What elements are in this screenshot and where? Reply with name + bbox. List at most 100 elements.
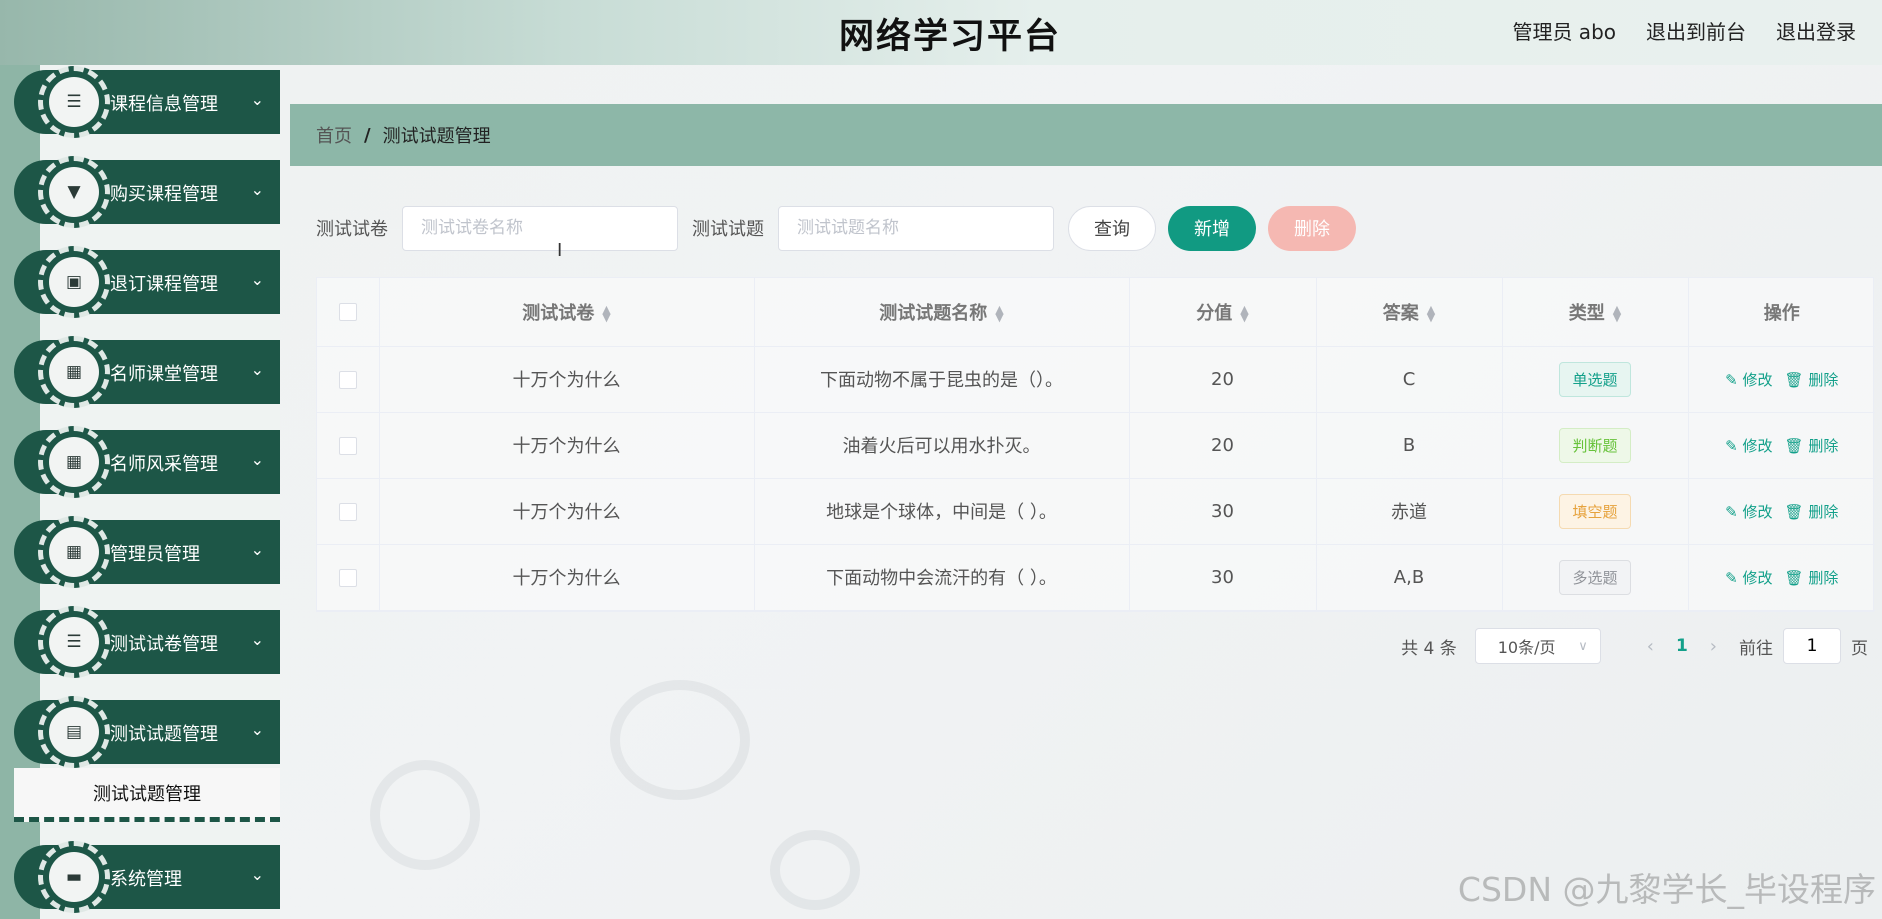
next-page-icon[interactable]: › [1710, 636, 1717, 657]
chevron-down-icon: ⌄ [250, 270, 264, 289]
type-tag: 填空题 [1559, 493, 1631, 529]
text-cursor-icon: I [557, 240, 563, 261]
cell-paper: 十万个为什么 [379, 412, 755, 479]
sidebar-item-0[interactable]: ☰ 课程信息管理 ⌄ [14, 66, 280, 138]
menu-icon-badge: ▬ [38, 841, 110, 913]
breadcrumb-home-link[interactable]: 首页 [316, 122, 352, 148]
sort-icon[interactable]: ▲ ▼ [1427, 304, 1435, 323]
row-checkbox[interactable] [338, 568, 357, 587]
row-select-cell [317, 412, 380, 479]
table-row: 十万个为什么 地球是个球体，中间是（ ）。 30 赤道 填空题 ✎ 修改 🗑 删除 [317, 478, 1875, 545]
menu-icon-badge: ☰ [38, 66, 110, 138]
select-all-cell [317, 278, 380, 347]
chevron-down-icon: ∨ [1578, 638, 1588, 654]
delete-button[interactable]: 🗑 删除 [1785, 371, 1839, 389]
column-header-answer[interactable]: 答案 ▲ ▼ [1316, 278, 1503, 347]
sidebar-item-label: 课程信息管理 [110, 94, 218, 115]
sidebar-item-3[interactable]: ▦ 名师课堂管理 ⌄ [14, 336, 280, 408]
sidebar-item-6[interactable]: ☰ 测试试卷管理 ⌄ [14, 606, 280, 678]
sidebar-item-label: 购买课程管理 [110, 184, 218, 205]
select-all-checkbox[interactable] [338, 303, 357, 322]
prev-page-icon[interactable]: ‹ [1647, 636, 1654, 657]
row-checkbox[interactable] [338, 436, 357, 455]
cell-answer: C [1316, 346, 1503, 413]
briefcase-icon: ▣ [49, 257, 99, 307]
row-checkbox[interactable] [338, 370, 357, 389]
breadcrumb-current: 测试试题管理 [382, 126, 491, 147]
page-size-value: 10条/页 [1497, 638, 1556, 657]
sort-icon[interactable]: ▲ ▼ [1613, 304, 1621, 323]
edit-button[interactable]: ✎ 修改 [1725, 569, 1772, 587]
delete-button[interactable]: 🗑 删除 [1785, 437, 1839, 455]
sidebar-item-5[interactable]: ▦ 管理员管理 ⌄ [14, 516, 280, 588]
grid-icon: ▦ [49, 347, 99, 397]
page-size-select[interactable]: 10条/页 ∨ [1474, 628, 1601, 664]
chat-icon: ▬ [49, 852, 99, 902]
sidebar-item-1[interactable]: ▼ 购买课程管理 ⌄ [14, 156, 280, 228]
cell-paper: 十万个为什么 [379, 478, 755, 545]
goto-page-input[interactable] [1783, 628, 1841, 664]
sidebar-item-8[interactable]: ▬ 系统管理 ⌄ [14, 841, 280, 913]
logout-link[interactable]: 退出登录 [1776, 16, 1856, 45]
sort-icon[interactable]: ▲ ▼ [1240, 304, 1248, 323]
sidebar-item-4[interactable]: ▦ 名师风采管理 ⌄ [14, 426, 280, 498]
type-tag: 多选题 [1559, 559, 1631, 595]
edit-button[interactable]: ✎ 修改 [1725, 437, 1772, 455]
total-count: 共 4 条 [1401, 638, 1457, 659]
cell-type: 填空题 [1502, 478, 1689, 545]
submenu-item-question-management[interactable]: 测试试题管理 [14, 768, 280, 822]
row-checkbox[interactable] [338, 502, 357, 521]
cell-actions: ✎ 修改 🗑 删除 [1688, 478, 1875, 545]
page-suffix: 页 [1851, 638, 1868, 659]
edit-button[interactable]: ✎ 修改 [1725, 371, 1772, 389]
trash-icon: 🗑 [1784, 436, 1804, 455]
column-header-score[interactable]: 分值 ▲ ▼ [1129, 278, 1317, 347]
delete-button[interactable]: 🗑 删除 [1785, 503, 1839, 521]
add-button[interactable]: 新增 [1168, 205, 1256, 251]
menu-icon-badge: ▦ [38, 516, 110, 588]
chevron-down-icon: ⌄ [250, 450, 264, 469]
table-row: 十万个为什么 下面动物不属于昆虫的是（）。 20 C 单选题 ✎ 修改 🗑 删除 [317, 346, 1875, 413]
sort-icon[interactable]: ▲ ▼ [995, 304, 1003, 323]
cell-answer: A,B [1316, 544, 1503, 611]
cell-type: 判断题 [1502, 412, 1689, 479]
question-search-input[interactable] [778, 205, 1054, 251]
query-button[interactable]: 查询 [1068, 205, 1156, 251]
menu-icon-badge: ▦ [38, 426, 110, 498]
paper-search-input[interactable] [402, 205, 678, 251]
chevron-down-icon: ⌄ [250, 630, 264, 649]
table-row: 十万个为什么 下面动物中会流汗的有（ ）。 30 A,B 多选题 ✎ 修改 🗑 删除 [317, 544, 1875, 611]
column-header-question[interactable]: 测试试题名称 ▲ ▼ [754, 278, 1130, 347]
menu-icon-badge: ☰ [38, 606, 110, 678]
menu-icon-badge: ▣ [38, 246, 110, 318]
cell-score: 20 [1129, 346, 1317, 413]
sidebar-item-2[interactable]: ▣ 退订课程管理 ⌄ [14, 246, 280, 318]
edit-button[interactable]: ✎ 修改 [1725, 503, 1772, 521]
page-number-current[interactable]: 1 [1676, 636, 1688, 656]
exit-to-front-link[interactable]: 退出到前台 [1646, 16, 1746, 45]
list-icon: ☰ [49, 77, 99, 127]
breadcrumb-separator: / [364, 124, 371, 146]
sort-icon[interactable]: ▲ ▼ [602, 304, 610, 323]
submenu-item-label: 测试试题管理 [93, 783, 201, 805]
column-header-paper[interactable]: 测试试卷 ▲ ▼ [379, 278, 755, 347]
pagination: 共 4 条 10条/页 ∨ ‹ 1 › 前往 页 [1401, 628, 1868, 664]
search-bar: 测试试卷 测试试题 查询 新增 删除 [316, 205, 1356, 251]
cell-answer: 赤道 [1316, 478, 1503, 545]
trash-icon: 🗑 [1784, 370, 1804, 389]
batch-delete-button[interactable]: 删除 [1268, 205, 1356, 251]
chevron-down-icon: ⌄ [250, 360, 264, 379]
row-select-cell [317, 544, 380, 611]
edit-icon: ✎ [1725, 502, 1738, 521]
apps-icon: ▦ [49, 527, 99, 577]
question-table: 测试试卷 ▲ ▼ 测试试题名称 ▲ ▼ 分值 ▲ ▼ 答案 ▲ ▼ 类型 ▲ ▼ 操作 十万个为什么… [316, 277, 1875, 612]
top-links: 管理员 abo 退出到前台 退出登录 [1512, 16, 1856, 45]
column-header-type[interactable]: 类型 ▲ ▼ [1502, 278, 1689, 347]
trash-icon: 🗑 [1784, 568, 1804, 587]
top-bar: 网络学习平台 管理员 abo 退出到前台 退出登录 [0, 0, 1882, 65]
sidebar-item-7[interactable]: ▤ 测试试题管理 ⌄ [14, 696, 280, 768]
delete-button[interactable]: 🗑 删除 [1785, 569, 1839, 587]
row-select-cell [317, 478, 380, 545]
cell-question: 下面动物不属于昆虫的是（）。 [754, 346, 1130, 413]
goto-label: 前往 [1739, 638, 1773, 659]
